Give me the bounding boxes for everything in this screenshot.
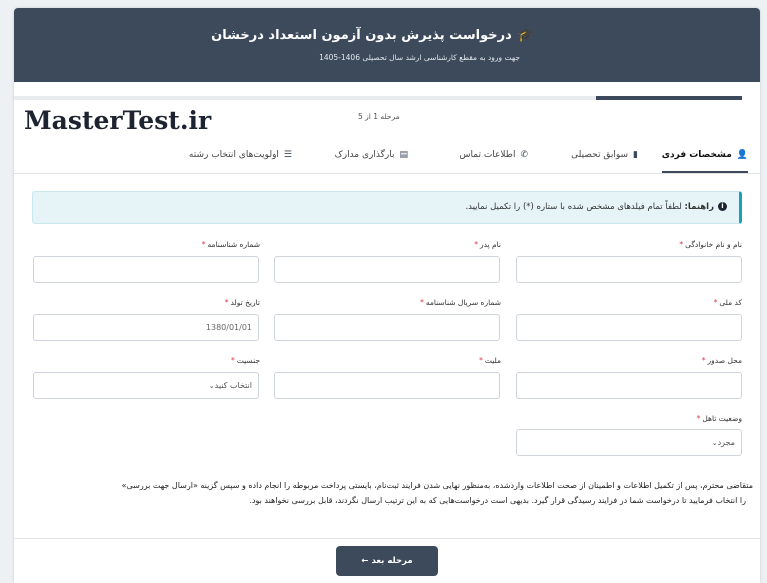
father-name-label: نام پدر* bbox=[474, 240, 501, 249]
birth-date-label: تاریخ تولد* bbox=[224, 298, 260, 307]
national-code-input[interactable] bbox=[516, 314, 742, 341]
form-tabs: 👤 مشخصات فردی ▮ سوابق تحصیلی ✆ اطلاعات تماس… bbox=[14, 138, 760, 174]
page-subtitle: جهت ورود به مقطع کارشناسی ارشد سال تحصیل… bbox=[319, 53, 520, 62]
tab-contact[interactable]: ✆ اطلاعات تماس bbox=[460, 138, 528, 173]
alert-title: راهنما: bbox=[684, 202, 714, 212]
tab-label: اولویت‌های انتخاب رشته bbox=[188, 150, 279, 160]
nationality-input[interactable] bbox=[274, 372, 500, 399]
tab-education[interactable]: ▮ سوابق تحصیلی bbox=[571, 138, 638, 173]
graduation-cap-icon: 🎓 bbox=[517, 28, 534, 43]
id-number-label: شماره شناسنامه* bbox=[201, 240, 260, 249]
marital-select-value: مجرد bbox=[717, 438, 735, 447]
progress-fill bbox=[596, 96, 742, 100]
gender-select[interactable]: انتخاب کنید⌄ bbox=[33, 372, 259, 399]
user-icon: 👤 bbox=[736, 150, 748, 160]
issue-place-label: محل صدور* bbox=[701, 356, 742, 365]
alert-text: لطفاً تمام فیلدهای مشخص شده با ستاره (*)… bbox=[465, 202, 682, 212]
marital-status-label: وضعیت تاهل* bbox=[696, 414, 742, 423]
note-line-1: متقاضی محترم، پس از تکمیل اطلاعات و اطمی… bbox=[121, 481, 753, 490]
payment-note: متقاضی محترم، پس از تکمیل اطلاعات و اطمی… bbox=[0, 470, 753, 530]
gender-select-value: انتخاب کنید bbox=[214, 381, 252, 390]
phone-icon: ✆ bbox=[520, 150, 528, 160]
id-serial-input[interactable] bbox=[274, 314, 500, 341]
page-title: 🎓 درخواست پذیرش بدون آزمون استعداد درخشان bbox=[211, 28, 534, 43]
progress-bar bbox=[14, 96, 742, 100]
book-icon: ▮ bbox=[633, 150, 638, 160]
fullname-input[interactable] bbox=[516, 256, 742, 283]
page-header: 🎓 درخواست پذیرش بدون آزمون استعداد درخشان… bbox=[14, 8, 760, 82]
father-name-input[interactable] bbox=[274, 256, 500, 283]
tab-label: اطلاعات تماس bbox=[459, 150, 516, 160]
birth-date-input[interactable]: 1380/01/01 bbox=[33, 314, 259, 341]
marital-status-select[interactable]: مجرد⌄ bbox=[516, 429, 742, 456]
file-icon: ▤ bbox=[399, 150, 408, 160]
site-logo: MasterTest.ir bbox=[24, 106, 212, 135]
id-number-input[interactable] bbox=[33, 256, 259, 283]
list-icon: ☰ bbox=[283, 150, 292, 160]
tab-documents[interactable]: ▤ بارگذاری مدارک bbox=[335, 138, 408, 173]
id-serial-label: شماره سریال شناسنامه* bbox=[420, 298, 501, 307]
fullname-label: نام و نام خانوادگی* bbox=[679, 240, 742, 249]
next-step-button[interactable]: مرحله بعد ← bbox=[336, 546, 438, 576]
issue-place-input[interactable] bbox=[516, 372, 742, 399]
footer-divider bbox=[14, 538, 760, 539]
info-icon: i bbox=[718, 202, 727, 211]
tab-label: مشخصات فردی bbox=[661, 150, 732, 160]
national-code-label: کد ملی* bbox=[713, 298, 742, 307]
tab-priorities[interactable]: ☰ اولویت‌های انتخاب رشته bbox=[189, 138, 292, 173]
note-line-2: را انتخاب فرمایید تا درخواست شما در فرای… bbox=[249, 496, 746, 505]
gender-label: جنسیت* bbox=[231, 356, 260, 365]
tab-label: سوابق تحصیلی bbox=[571, 150, 629, 160]
guide-alert: i راهنما: لطفاً تمام فیلدهای مشخص شده با … bbox=[32, 191, 742, 224]
step-counter: مرحله 1 از 5 bbox=[358, 112, 400, 121]
nationality-label: ملیت* bbox=[479, 356, 501, 365]
tab-personal-info[interactable]: 👤 مشخصات فردی bbox=[661, 138, 748, 173]
tab-label: بارگذاری مدارک bbox=[334, 150, 395, 160]
page-title-text: درخواست پذیرش بدون آزمون استعداد درخشان bbox=[211, 28, 512, 43]
